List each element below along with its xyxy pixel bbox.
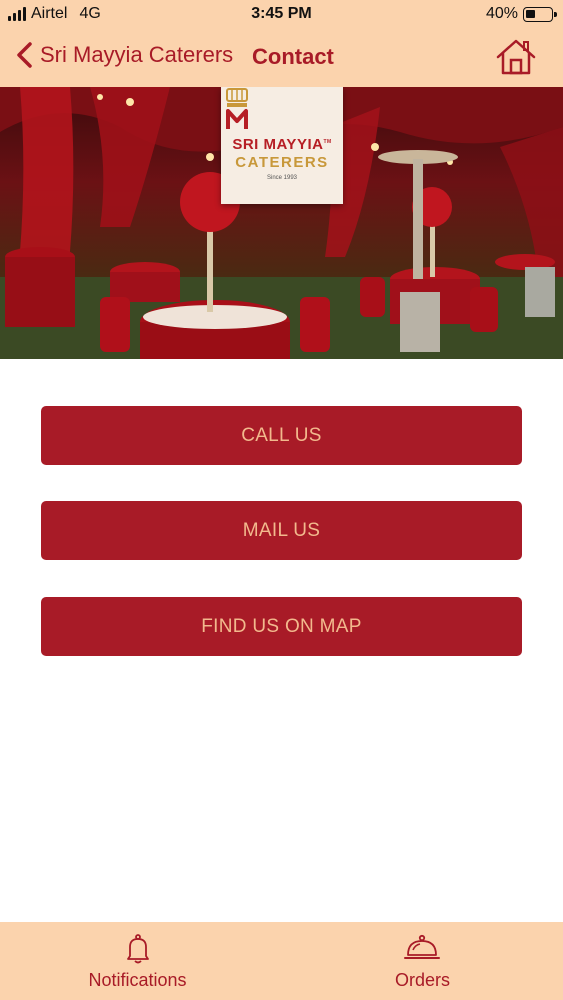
tab-orders-label: Orders [394,970,450,990]
chef-hat-logo-icon [226,88,248,129]
cloche-icon [404,934,440,959]
status-bar: Airtel 4G 3:45 PM 40% [0,0,563,30]
find-us-on-map-button[interactable]: FIND US ON MAP [41,597,522,656]
bottom-tab-bar: Notifications Orders [0,922,563,1000]
brand-logo: SRI MAYYIATM CATERERS Since 1993 [221,87,343,204]
back-button[interactable]: Sri Mayyia Caterers [14,40,233,70]
home-icon[interactable] [495,38,537,76]
chevron-left-icon [17,42,32,68]
mail-us-button[interactable]: MAIL US [41,501,522,560]
logo-caterers-line: CATERERS [235,154,329,171]
call-us-button[interactable]: CALL US [41,406,522,465]
battery-percent: 40% [485,5,518,22]
bell-icon [127,934,149,964]
status-time: 3:45 PM [251,5,312,22]
tab-notifications-label: Notifications [88,970,187,990]
logo-since-line: Since 1993 [266,175,298,181]
page-title: Contact [252,44,334,69]
tab-orders[interactable]: Orders [360,922,485,1000]
logo-name-line: SRI MAYYIATM [232,136,332,153]
battery-fill [526,9,535,18]
hero-banner-image: SRI MAYYIATM CATERERS Since 1993 [0,87,563,359]
back-label: Sri Mayyia Caterers [40,42,234,67]
nav-header: Sri Mayyia Caterers Contact [0,30,563,87]
battery-icon [523,6,557,22]
status-right: 40% [485,5,557,23]
top-bar: Airtel 4G 3:45 PM 40% Sri Mayyia Caterer… [0,0,563,87]
tab-notifications[interactable]: Notifications [60,922,215,1000]
